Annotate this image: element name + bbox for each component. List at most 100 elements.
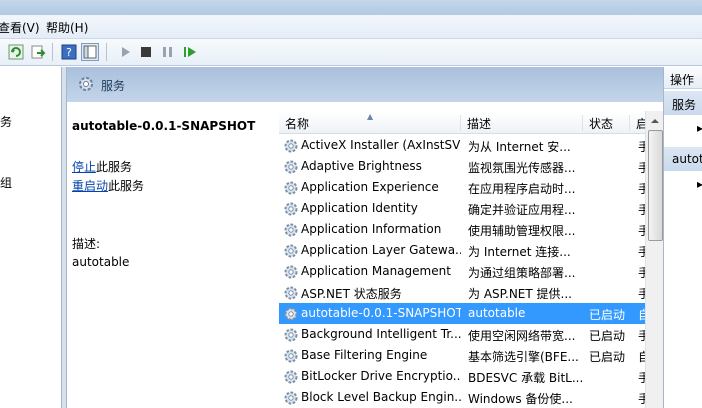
table-row[interactable]: ActiveX Installer (AxInstSV) 为从 Internet … [279,135,645,156]
title-bar [0,0,702,15]
service-name-cell: autotable-0.0.1-SNAPSHOT [301,306,461,320]
actions-item-arrow: ▸ [697,121,702,135]
service-name-cell: Base Filtering Engine [301,348,428,362]
tree-item-group[interactable]: 组 [0,174,12,191]
page-title: 服务 [101,79,126,93]
table-row[interactable]: autotable-0.0.1-SNAPSHOT autotable 已启动自 [279,303,645,324]
description-label: 描述: [72,237,101,251]
service-gear-icon [283,369,299,388]
vertical-scrollbar[interactable] [645,111,664,408]
table-row[interactable]: Block Level Backup Engin... Windows 备份使..… [279,387,645,408]
help-icon[interactable]: ? [60,43,78,61]
menu-help[interactable]: 帮助(H) [46,19,88,36]
service-description-cell: 使用空闲网络带宽... [468,329,576,343]
service-status-cell: 已启动 [589,329,626,343]
restart-service-icon[interactable] [181,43,199,61]
selected-service-name: autotable-0.0.1-SNAPSHOT [72,119,256,133]
service-name-cell: Application Information [301,222,442,236]
table-row[interactable]: Application Experience 在应用程序启动时... 手 [279,177,645,198]
service-gear-icon [283,138,299,157]
restart-suffix: 此服务 [108,179,145,193]
service-description-cell: 使用辅助管理权限... [468,224,576,238]
service-name-cell: Application Management [301,264,451,278]
column-name[interactable]: ▲ 名称 [279,112,461,131]
services-list: ▲ 名称 描述 状态 启 ActiveX Installer (AxInstSV)… [279,102,645,408]
service-gear-icon [283,264,299,283]
service-name-cell: ActiveX Installer (AxInstSV) [301,138,461,152]
service-name-cell: Block Level Backup Engin... [301,390,461,404]
service-startup-cell: 手 [638,140,645,154]
actions-section-autotable-label: autot [672,152,702,166]
stop-service-icon[interactable] [137,43,155,61]
service-startup-cell: 手 [638,266,645,280]
service-description-cell: 为 Internet 连接... [468,245,571,259]
service-status-cell: 已启动 [589,350,626,364]
service-name-cell: Background Intelligent Tr... [301,327,461,341]
refresh-icon[interactable] [7,43,25,61]
table-row[interactable]: Application Layer Gatewa... 为 Internet 连接… [279,240,645,261]
service-startup-cell: 手 [638,182,645,196]
description-value: autotable [72,255,130,269]
column-startup[interactable]: 启 [630,115,645,131]
column-status[interactable]: 状态 [583,115,630,131]
table-row[interactable]: Base Filtering Engine 基本筛选引擎(BFE... 已启动自 [279,345,645,366]
actions-section-services[interactable]: 服务 [664,91,702,115]
menu-bar: 查看(V) 帮助(H) [0,15,702,39]
service-name-cell: Application Layer Gatewa... [301,243,461,257]
tree-item-services[interactable]: 务 [0,113,12,130]
restart-link[interactable]: 重启动 [72,179,108,193]
table-row[interactable]: Application Management 为通过组策略部署... 手 [279,261,645,282]
service-description-cell: 为 ASP.NET 提供... [468,287,572,301]
table-row[interactable]: Adaptive Brightness 监视氛围光传感器... 手 [279,156,645,177]
service-startup-cell: 手 [638,245,645,259]
service-name-cell: Adaptive Brightness [301,159,422,173]
actions-header-label: 操作 [670,73,695,87]
scroll-thumb[interactable] [648,130,663,241]
toolbar: ? [0,39,702,66]
start-service-icon[interactable] [116,43,134,61]
console-tree: 务 组 [0,67,62,408]
service-name-cell: ASP.NET 状态服务 [301,287,402,301]
service-description-cell: Windows 备份使... [468,392,573,406]
column-description[interactable]: 描述 [461,115,583,131]
service-name-cell: BitLocker Drive Encryptio... [301,369,461,383]
extended-description-pane: autotable-0.0.1-SNAPSHOT 停止此服务 重启动此服务 描述… [67,102,279,408]
service-startup-cell: 自 [638,308,645,322]
service-gear-icon [283,180,299,199]
service-startup-cell: 手 [638,392,645,406]
actions-header: 操作 [664,67,702,89]
show-hide-pane-icon[interactable] [81,43,99,61]
service-description-cell: 在应用程序启动时... [468,182,576,196]
service-name-cell: Application Identity [301,201,418,215]
center-header: 服务 [67,67,664,102]
table-row[interactable]: ASP.NET 状态服务 为 ASP.NET 提供... 手 [279,282,645,303]
actions-pane: 操作 服务 ▸ autot ▸ [663,67,702,408]
service-startup-cell: 自 [638,350,645,364]
service-description-cell: 确定并验证应用程... [468,203,576,217]
service-description-cell: 基本筛选引擎(BFE... [468,350,579,364]
service-gear-icon [283,327,299,346]
pause-service-icon[interactable] [159,43,177,61]
service-gear-icon [283,390,299,408]
actions-section-services-label: 服务 [672,98,697,112]
service-gear-icon [283,201,299,220]
menu-view[interactable]: 查看(V) [0,19,40,36]
actions-section-autotable[interactable]: autot [664,147,702,171]
table-row[interactable]: Application Information 使用辅助管理权限... 手 [279,219,645,240]
service-startup-cell: 手 [638,287,645,301]
service-gear-icon [283,285,299,304]
scroll-up-icon[interactable] [651,117,659,125]
services-gear-icon [77,75,95,96]
table-row[interactable]: BitLocker Drive Encryptio... BDESVC 承载 Bi… [279,366,645,387]
stop-suffix: 此服务 [96,160,133,174]
table-row[interactable]: Application Identity 确定并验证应用程... 手 [279,198,645,219]
service-startup-cell: 手 [638,161,645,175]
stop-link[interactable]: 停止 [72,160,96,174]
service-description-cell: autotable [468,306,526,320]
service-description-cell: 为通过组策略部署... [468,266,576,280]
service-gear-icon [283,243,299,262]
table-row[interactable]: Background Intelligent Tr... 使用空闲网络带宽... 已… [279,324,645,345]
list-header: ▲ 名称 描述 状态 启 [279,112,645,134]
stop-action: 停止此服务 [72,158,132,175]
export-list-icon[interactable] [29,43,47,61]
